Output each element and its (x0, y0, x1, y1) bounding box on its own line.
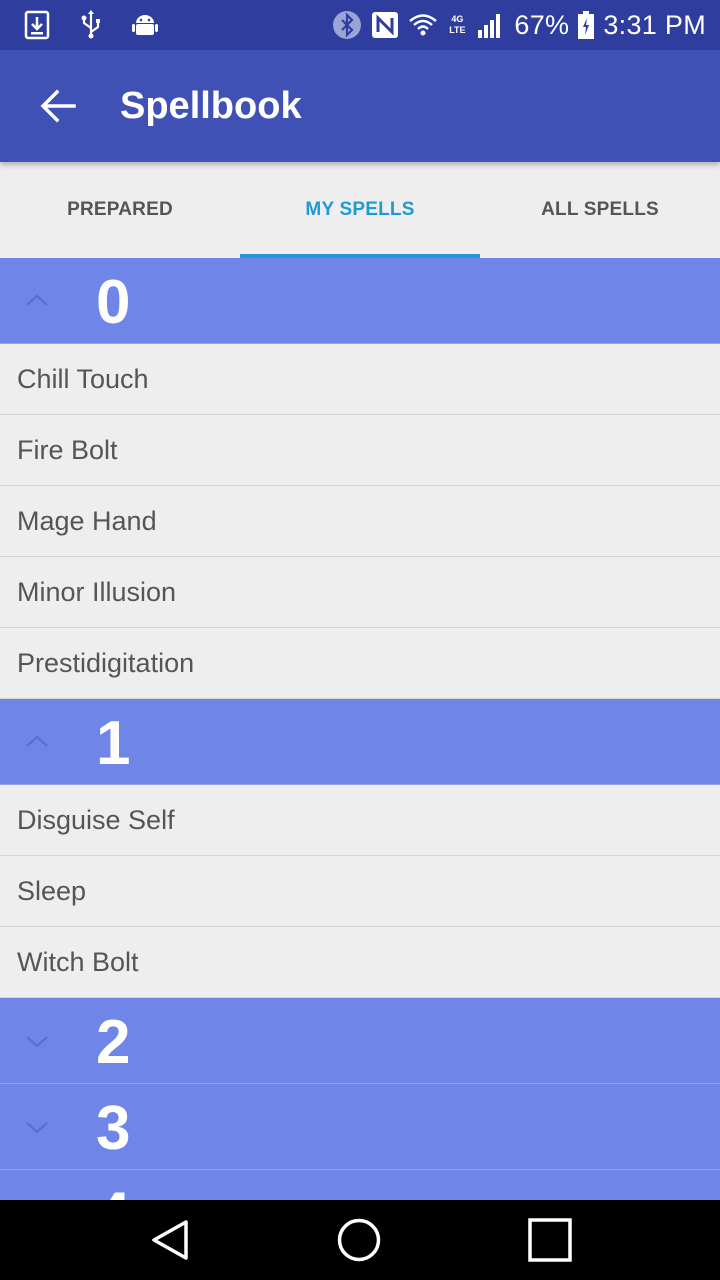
level-number: 2 (96, 1008, 131, 1077)
network-type-label: 4G LTE (449, 14, 466, 35)
level-number: 4 (96, 1170, 130, 1200)
battery-percent: 67% (514, 9, 570, 40)
spell-item[interactable]: Chill Touch (0, 344, 720, 415)
chevron-up-icon (26, 735, 48, 747)
spell-item[interactable]: Fire Bolt (0, 415, 720, 486)
spell-item[interactable]: Minor Illusion (0, 557, 720, 628)
spell-list[interactable]: 0 Chill Touch Fire Bolt Mage Hand Minor … (0, 258, 720, 1200)
wifi-icon (409, 14, 438, 36)
home-circle-icon (337, 1218, 381, 1262)
back-button[interactable] (28, 76, 88, 136)
level-header-1[interactable]: 1 (0, 699, 720, 785)
back-triangle-icon (152, 1220, 188, 1260)
arrow-back-icon (40, 89, 76, 123)
recents-square-icon (528, 1218, 572, 1262)
spell-item[interactable]: Mage Hand (0, 486, 720, 557)
battery-charging-icon (578, 11, 595, 39)
nfc-icon (372, 12, 399, 38)
app-bar: Spellbook (0, 50, 720, 162)
level-number: 3 (96, 1094, 131, 1163)
nav-recents-button[interactable] (500, 1200, 600, 1280)
android-icon (132, 15, 158, 35)
spell-item[interactable]: Disguise Self (0, 785, 720, 856)
level-number: 1 (96, 709, 131, 778)
tab-prepared[interactable]: PREPARED (0, 162, 240, 258)
tab-my-spells[interactable]: MY SPELLS (240, 162, 480, 258)
level-header-3[interactable]: 3 (0, 1084, 720, 1170)
chevron-down-icon (26, 1036, 48, 1048)
tab-bar: PREPARED MY SPELLS ALL SPELLS (0, 162, 720, 258)
spell-item[interactable]: Prestidigitation (0, 628, 720, 699)
page-title: Spellbook (120, 85, 302, 127)
nav-home-button[interactable] (309, 1200, 409, 1280)
usb-icon (81, 10, 100, 39)
chevron-down-icon (26, 1122, 48, 1134)
download-icon (24, 10, 50, 40)
chevron-up-icon (26, 294, 48, 306)
nav-back-button[interactable] (120, 1200, 220, 1280)
level-header-2[interactable]: 2 (0, 998, 720, 1084)
status-time: 3:31 PM (603, 9, 706, 40)
level-number: 0 (96, 268, 131, 337)
signal-icon (478, 14, 501, 38)
level-header-4[interactable]: 4 (0, 1170, 720, 1200)
level-header-0[interactable]: 0 (0, 258, 720, 344)
spell-item[interactable]: Witch Bolt (0, 927, 720, 998)
tab-all-spells[interactable]: ALL SPELLS (480, 162, 720, 258)
bluetooth-icon (333, 11, 362, 39)
system-nav-bar (0, 1200, 720, 1280)
spell-item[interactable]: Sleep (0, 856, 720, 927)
status-bar: 4G LTE 67% 3:31 PM (0, 0, 720, 50)
